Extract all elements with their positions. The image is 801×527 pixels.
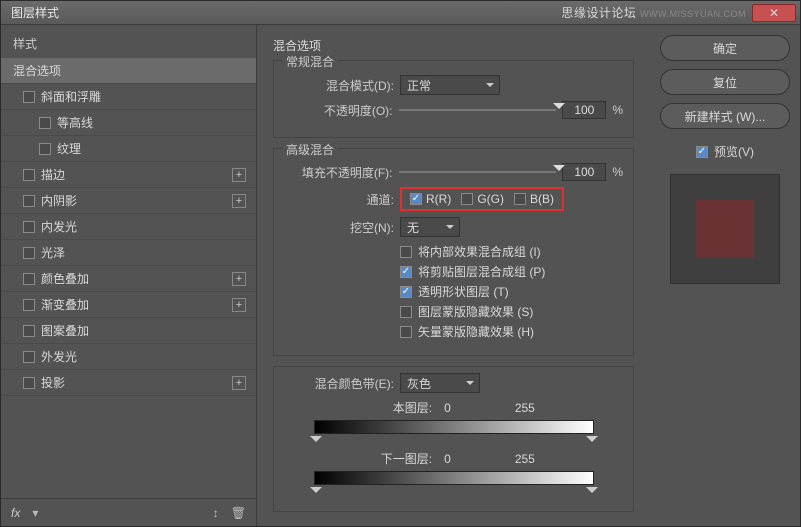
general-blend-group: 常规混合 混合模式(D): 正常 不透明度(O): %	[273, 60, 634, 138]
style-item-2[interactable]: 等高线	[1, 110, 256, 136]
channel-b[interactable]: B(B)	[514, 192, 554, 206]
window-title: 图层样式	[5, 4, 59, 21]
checkbox-icon	[400, 326, 412, 338]
style-item-3[interactable]: 纹理	[1, 136, 256, 162]
adv-opt-4[interactable]: 矢量蒙版隐藏效果 (H)	[400, 323, 623, 340]
checkbox-icon	[39, 143, 51, 155]
chevron-down-icon[interactable]: ▾	[32, 506, 38, 520]
section-title: 混合选项	[273, 37, 634, 54]
advanced-blend-group: 高级混合 填充不透明度(F): % 通道: R(R) G(G) B(B)	[273, 148, 634, 356]
watermark: 思缘设计论坛 WWW.MISSYUAN.COM	[561, 4, 746, 21]
checkbox-icon	[400, 266, 412, 278]
arrow-icon[interactable]: ↕	[213, 506, 219, 520]
style-item-11[interactable]: 外发光	[1, 344, 256, 370]
checkbox-icon	[400, 306, 412, 318]
channel-g[interactable]: G(G)	[461, 192, 504, 206]
checkbox-icon	[400, 286, 412, 298]
under-layer-slider[interactable]	[314, 471, 594, 497]
blendif-label: 混合颜色带(E):	[284, 375, 394, 392]
blend-if-group: 混合颜色带(E): 灰色 本图层: 0 255 下一图层: 0	[273, 366, 634, 512]
fill-opacity-label: 填充不透明度(F):	[284, 164, 393, 181]
plus-icon[interactable]: +	[232, 194, 246, 208]
checkbox-icon	[23, 221, 35, 233]
channels-highlight: R(R) G(G) B(B)	[400, 187, 564, 211]
adv-opt-0[interactable]: 将内部效果混合成组 (I)	[400, 243, 623, 260]
this-layer-slider[interactable]	[314, 420, 594, 446]
close-button[interactable]: ✕	[752, 4, 796, 22]
group-title-general: 常规混合	[282, 53, 338, 70]
plus-icon[interactable]: +	[232, 168, 246, 182]
blend-mode-select[interactable]: 正常	[400, 75, 500, 95]
this-hi: 255	[515, 401, 535, 415]
plus-icon[interactable]: +	[232, 272, 246, 286]
under-layer-label: 下一图层:	[372, 450, 432, 467]
style-list: 混合选项斜面和浮雕等高线纹理描边+内阴影+内发光光泽颜色叠加+渐变叠加+图案叠加…	[1, 58, 256, 498]
close-icon: ✕	[769, 6, 779, 20]
fill-opacity-slider[interactable]	[399, 165, 557, 179]
opacity-label: 不透明度(O):	[284, 102, 393, 119]
under-hi: 255	[515, 452, 535, 466]
new-style-button[interactable]: 新建样式 (W)...	[660, 103, 790, 129]
checkbox-icon	[461, 193, 473, 205]
checkbox-icon	[410, 193, 422, 205]
ok-button[interactable]: 确定	[660, 35, 790, 61]
adv-opt-1[interactable]: 将剪贴图层混合成组 (P)	[400, 263, 623, 280]
styles-sidebar: 样式 混合选项斜面和浮雕等高线纹理描边+内阴影+内发光光泽颜色叠加+渐变叠加+图…	[1, 25, 257, 526]
fx-menu[interactable]: fx	[11, 506, 20, 520]
checkbox-icon	[23, 351, 35, 363]
sidebar-footer: fx ▾ ↕ 🗑	[1, 498, 256, 526]
this-layer-label: 本图层:	[372, 399, 432, 416]
opacity-slider[interactable]	[399, 103, 557, 117]
plus-icon[interactable]: +	[232, 376, 246, 390]
style-item-8[interactable]: 颜色叠加+	[1, 266, 256, 292]
channel-r[interactable]: R(R)	[410, 192, 451, 206]
style-item-4[interactable]: 描边+	[1, 162, 256, 188]
checkbox-icon	[696, 146, 708, 158]
style-item-0[interactable]: 混合选项	[1, 58, 256, 84]
checkbox-icon	[400, 246, 412, 258]
titlebar: 图层样式 思缘设计论坛 WWW.MISSYUAN.COM ✕	[1, 1, 800, 25]
blend-mode-label: 混合模式(D):	[284, 77, 394, 94]
blendif-select[interactable]: 灰色	[400, 373, 480, 393]
style-item-9[interactable]: 渐变叠加+	[1, 292, 256, 318]
fill-opacity-input[interactable]	[562, 163, 606, 181]
channels-label: 通道:	[284, 191, 394, 208]
preview-swatch	[670, 174, 780, 284]
opacity-input[interactable]	[562, 101, 606, 119]
checkbox-icon	[23, 247, 35, 259]
options-panel: 混合选项 常规混合 混合模式(D): 正常 不透明度(O): % 高级混合 填充…	[257, 25, 650, 526]
pct-label: %	[612, 103, 623, 117]
preview-toggle[interactable]: 预览(V)	[696, 143, 754, 160]
knockout-select[interactable]: 无	[400, 217, 460, 237]
checkbox-icon	[23, 273, 35, 285]
group-title-advanced: 高级混合	[282, 141, 338, 158]
adv-opt-2[interactable]: 透明形状图层 (T)	[400, 283, 623, 300]
plus-icon[interactable]: +	[232, 298, 246, 312]
checkbox-icon	[23, 91, 35, 103]
checkbox-icon	[23, 325, 35, 337]
cancel-button[interactable]: 复位	[660, 69, 790, 95]
checkbox-icon	[39, 117, 51, 129]
style-item-1[interactable]: 斜面和浮雕	[1, 84, 256, 110]
style-item-10[interactable]: 图案叠加	[1, 318, 256, 344]
under-lo: 0	[444, 452, 451, 466]
this-lo: 0	[444, 401, 451, 415]
style-item-6[interactable]: 内发光	[1, 214, 256, 240]
knockout-label: 挖空(N):	[284, 219, 394, 236]
layer-style-dialog: 图层样式 思缘设计论坛 WWW.MISSYUAN.COM ✕ 样式 混合选项斜面…	[0, 0, 801, 527]
sidebar-header: 样式	[1, 25, 256, 58]
checkbox-icon	[514, 193, 526, 205]
action-panel: 确定 复位 新建样式 (W)... 预览(V)	[650, 25, 800, 526]
adv-opt-3[interactable]: 图层蒙版隐藏效果 (S)	[400, 303, 623, 320]
style-item-5[interactable]: 内阴影+	[1, 188, 256, 214]
checkbox-icon	[23, 377, 35, 389]
style-item-7[interactable]: 光泽	[1, 240, 256, 266]
checkbox-icon	[23, 195, 35, 207]
checkbox-icon	[23, 169, 35, 181]
checkbox-icon	[23, 299, 35, 311]
trash-icon[interactable]: 🗑	[231, 506, 246, 520]
style-item-12[interactable]: 投影+	[1, 370, 256, 396]
